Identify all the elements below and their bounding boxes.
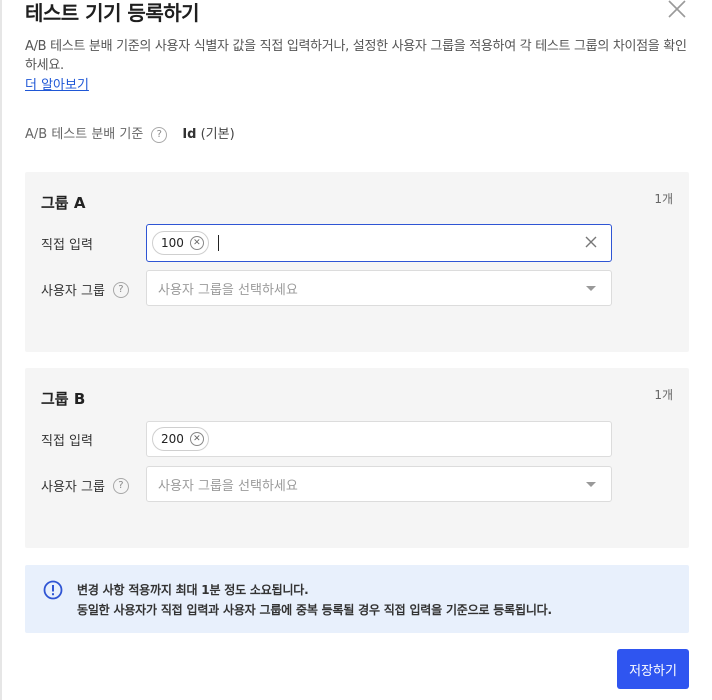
chevron-down-icon [586, 482, 596, 487]
help-icon[interactable]: ? [112, 281, 129, 298]
help-icon[interactable]: ? [151, 127, 168, 143]
register-test-device-modal: 테스트 기기 등록하기 A/B 테스트 분배 기준의 사용자 식별자 값을 직접… [0, 0, 712, 700]
group-a-user-group-select[interactable]: 사용자 그룹을 선택하세요 [146, 270, 612, 306]
user-group-row-label: 사용자 그룹 ? [41, 476, 129, 495]
group-a-panel: 그룹 A 1개 직접 입력 100 ✕ 사용자 그룹 ? 사용자 그룹을 선택하… [25, 172, 689, 352]
modal-left-border [0, 0, 2, 700]
close-button[interactable] [664, 0, 690, 22]
chip-value: 200 [161, 432, 184, 446]
group-b-direct-input[interactable]: 200 ✕ [146, 421, 612, 457]
ab-split-criteria: A/B 테스트 분배 기준 ? Id (기본) [25, 126, 235, 144]
user-group-label: 사용자 그룹 [41, 480, 105, 495]
user-group-row-label: 사용자 그룹 ? [41, 280, 129, 299]
criteria-label: A/B 테스트 분배 기준 [25, 127, 144, 142]
user-group-label: 사용자 그룹 [41, 284, 105, 299]
select-placeholder: 사용자 그룹을 선택하세요 [158, 478, 298, 494]
clear-input-icon[interactable] [583, 234, 599, 250]
modal-description: A/B 테스트 분배 기준의 사용자 식별자 값을 직접 입력하거나, 설정한 … [25, 39, 687, 73]
group-a-count: 1개 [654, 192, 673, 206]
select-placeholder: 사용자 그룹을 선택하세요 [158, 282, 298, 298]
direct-input-label: 직접 입력 [41, 434, 93, 449]
group-b-user-group-select[interactable]: 사용자 그룹을 선택하세요 [146, 466, 612, 502]
remove-chip-icon[interactable]: ✕ [189, 432, 204, 446]
learn-more-link[interactable]: 더 알아보기 [25, 77, 89, 95]
group-b-title: 그룹 B [41, 390, 86, 408]
chevron-down-icon [586, 286, 596, 291]
id-chip: 200 ✕ [152, 427, 209, 451]
group-b-count: 1개 [654, 388, 673, 402]
criteria-value-id: Id [182, 127, 197, 142]
modal-title: 테스트 기기 등록하기 [25, 1, 200, 25]
notice-line-2: 동일한 사용자가 직접 입력과 사용자 그룹에 중복 등록될 경우 직접 입력을… [77, 603, 552, 617]
notice-line-1: 변경 사항 적용까지 최대 1분 정도 소요됩니다. [77, 583, 309, 597]
direct-input-label: 직접 입력 [41, 238, 93, 253]
help-icon[interactable]: ? [112, 477, 129, 494]
criteria-value-suffix: (기본) [200, 127, 235, 142]
text-cursor [217, 235, 219, 251]
group-b-panel: 그룹 B 1개 직접 입력 200 ✕ 사용자 그룹 ? 사용자 그룹을 선택하… [25, 368, 689, 548]
remove-chip-icon[interactable]: ✕ [189, 236, 204, 250]
group-a-direct-input[interactable]: 100 ✕ [146, 224, 612, 262]
criteria-value: Id (기본) [182, 126, 234, 144]
save-button[interactable]: 저장하기 [617, 649, 689, 689]
id-chip: 100 ✕ [152, 231, 209, 255]
info-icon [43, 580, 63, 600]
info-notice: 변경 사항 적용까지 최대 1분 정도 소요됩니다. 동일한 사용자가 직접 입… [25, 565, 689, 633]
chip-value: 100 [161, 236, 184, 250]
group-a-title: 그룹 A [41, 194, 86, 212]
close-icon [668, 0, 686, 18]
